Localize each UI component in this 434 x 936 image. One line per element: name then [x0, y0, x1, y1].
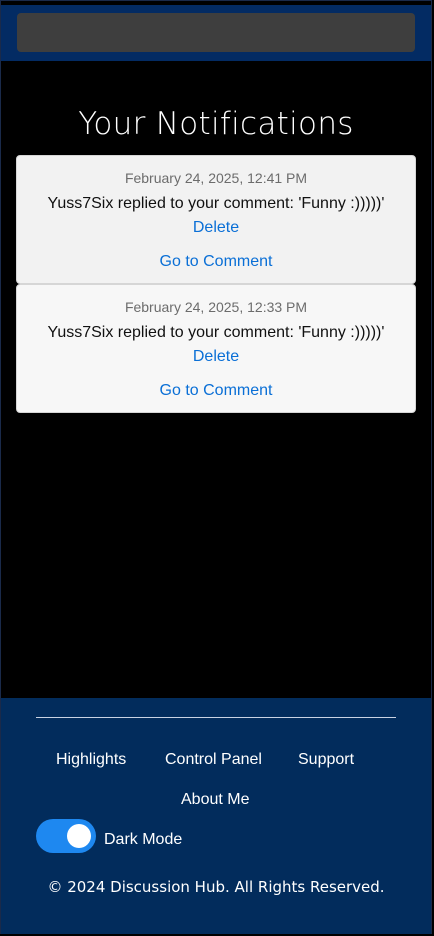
notification-card: February 24, 2025, 12:33 PM Yuss7Six rep…: [16, 284, 416, 413]
footer-link-highlights[interactable]: Highlights: [56, 751, 126, 769]
notification-date: February 24, 2025, 12:33 PM: [124, 299, 308, 315]
notification-card: February 24, 2025, 12:41 PM Yuss7Six rep…: [16, 155, 416, 284]
delete-button[interactable]: Delete: [193, 219, 239, 236]
footer: Highlights Control Panel Support About M…: [1, 698, 431, 934]
notification-message: Yuss7Six replied to your comment: 'Funny…: [47, 195, 385, 212]
copyright-text: © 2024 Discussion Hub. All Rights Reserv…: [47, 878, 385, 896]
search-input[interactable]: [17, 13, 415, 52]
notification-message: Yuss7Six replied to your comment: 'Funny…: [47, 324, 385, 341]
footer-link-control-panel[interactable]: Control Panel: [165, 751, 262, 769]
delete-button[interactable]: Delete: [193, 348, 239, 365]
go-to-comment-link[interactable]: Go to Comment: [160, 382, 273, 399]
dark-mode-label: Dark Mode: [104, 831, 183, 848]
footer-link-about-me[interactable]: About Me: [181, 791, 249, 809]
footer-link-support[interactable]: Support: [298, 751, 354, 769]
toggle-knob: [67, 824, 91, 848]
page-title: Your Notifications: [78, 106, 354, 142]
dark-mode-toggle[interactable]: [36, 819, 96, 853]
footer-divider: [36, 717, 396, 718]
notification-date: February 24, 2025, 12:41 PM: [124, 170, 308, 186]
top-navbar: [1, 5, 431, 61]
go-to-comment-link[interactable]: Go to Comment: [160, 253, 273, 270]
